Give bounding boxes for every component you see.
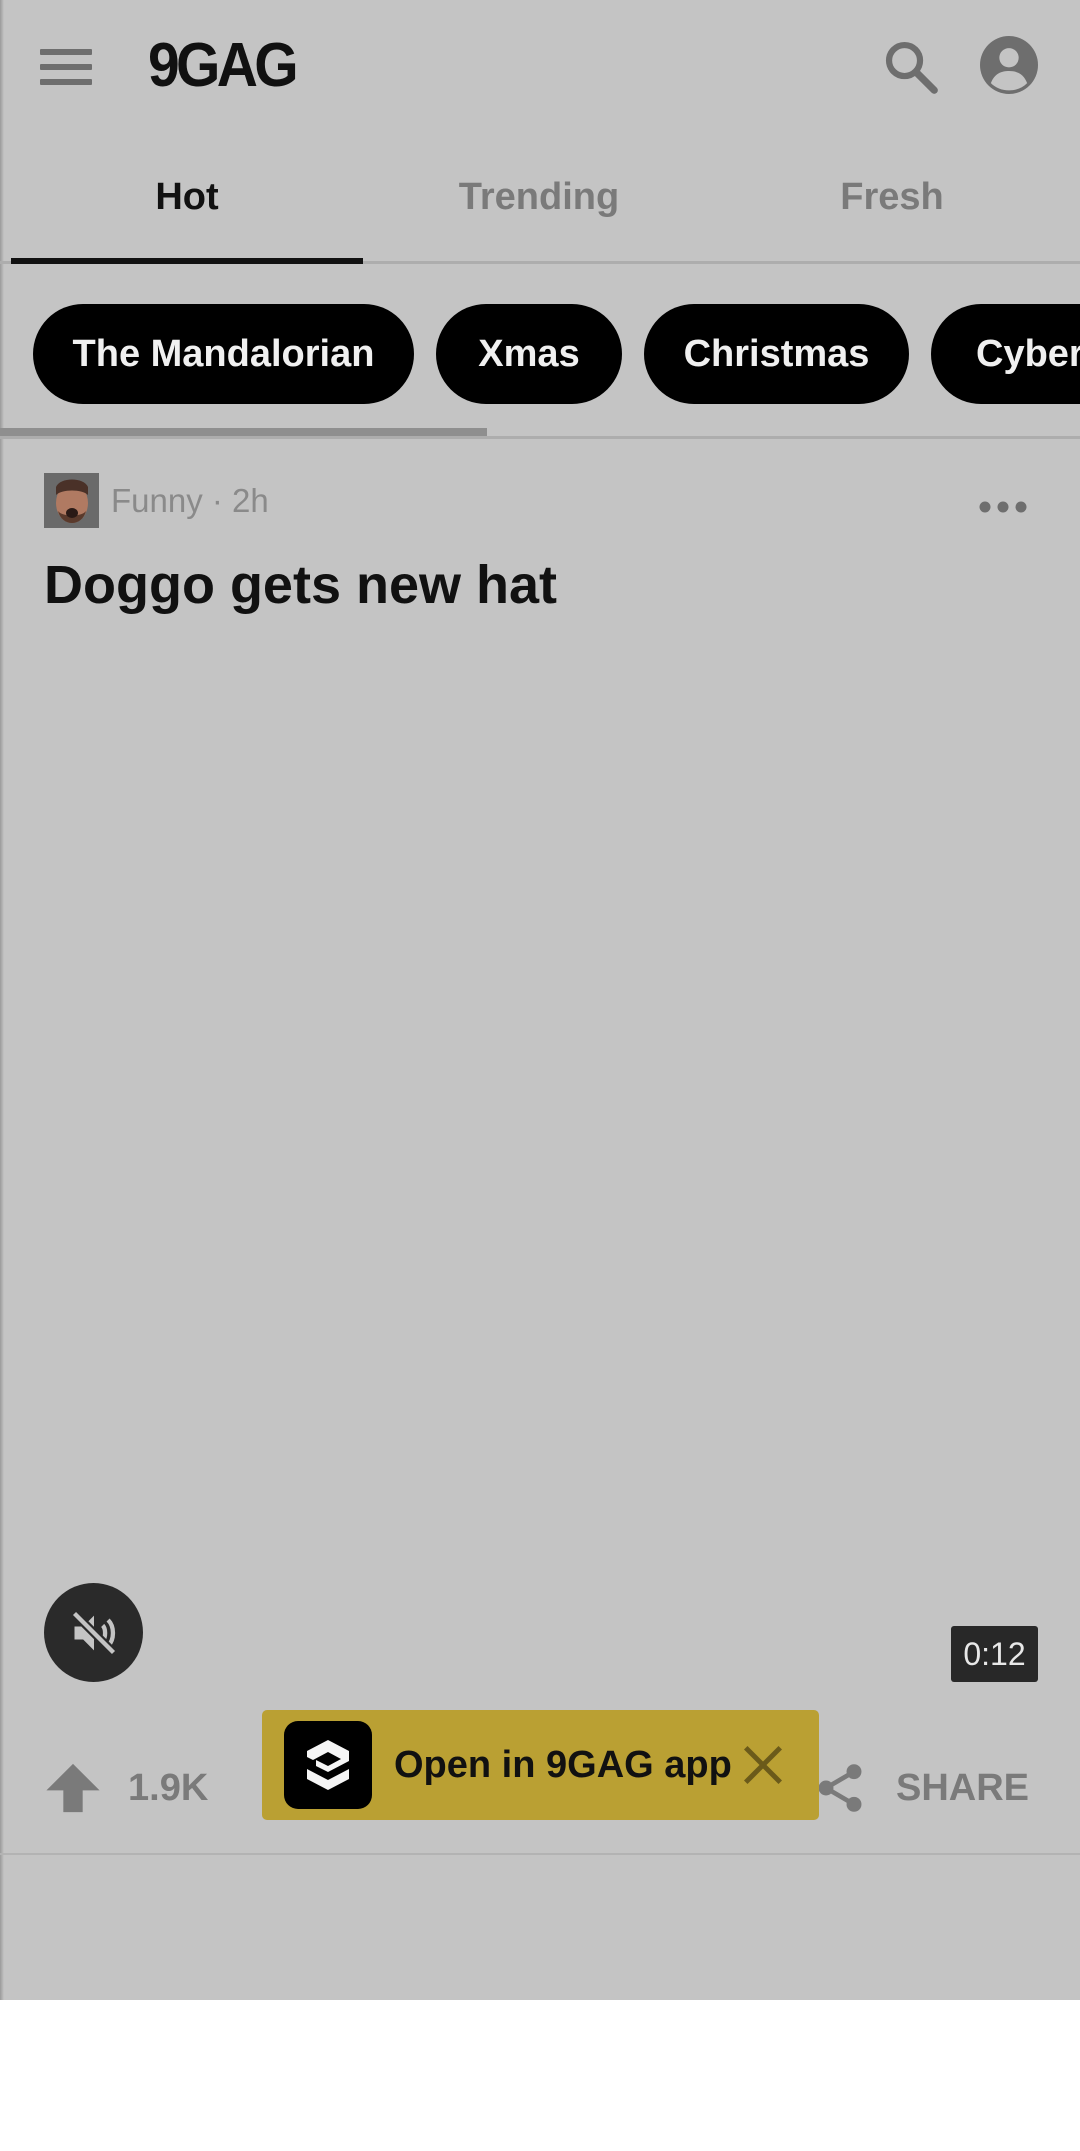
chip-xmas[interactable]: Xmas <box>436 304 622 404</box>
app-screen: 9GAG Hot Trending Fresh The Mandalorian … <box>0 0 1080 2000</box>
chip-cyberpunk[interactable]: Cyberp <box>931 304 1080 404</box>
tab-hot[interactable]: Hot <box>11 132 363 261</box>
mute-button[interactable] <box>44 1583 143 1682</box>
search-icon[interactable] <box>880 36 942 98</box>
open-in-app-text: Open in 9GAG app <box>394 1744 732 1786</box>
post-title[interactable]: Doggo gets new hat <box>44 550 557 620</box>
arrow-up-icon[interactable] <box>44 1759 102 1817</box>
share-label: SHARE <box>896 1767 1030 1809</box>
feed-tabs: Hot Trending Fresh <box>0 132 1080 264</box>
video-duration-badge: 0:12 <box>951 1626 1038 1682</box>
chip-the-mandalorian[interactable]: The Mandalorian <box>33 304 414 404</box>
open-in-app-banner[interactable]: Open in 9GAG app <box>262 1710 819 1820</box>
top-bar: 9GAG <box>0 0 1080 132</box>
section-avatar[interactable] <box>44 473 99 528</box>
tab-fresh[interactable]: Fresh <box>716 132 1068 261</box>
share-icon <box>812 1758 868 1818</box>
upvote-count: 1.9K <box>128 1767 209 1809</box>
volume-off-icon <box>71 1610 117 1656</box>
account-circle-icon[interactable] <box>980 36 1038 94</box>
hamburger-menu-icon[interactable] <box>40 49 92 85</box>
tag-chips-row[interactable]: The Mandalorian Xmas Christmas Cyberp <box>0 264 1080 439</box>
post-section-time: Funny · 2h <box>111 482 269 519</box>
logo[interactable]: 9GAG <box>148 30 299 102</box>
chips-scroll-indicator <box>0 428 487 436</box>
close-icon[interactable] <box>740 1742 786 1788</box>
tab-trending[interactable]: Trending <box>363 132 715 261</box>
more-horizontal-icon[interactable] <box>978 495 1028 519</box>
9gag-app-logo-icon <box>284 1721 372 1809</box>
post-video[interactable] <box>0 640 1080 1690</box>
chip-christmas[interactable]: Christmas <box>644 304 909 404</box>
